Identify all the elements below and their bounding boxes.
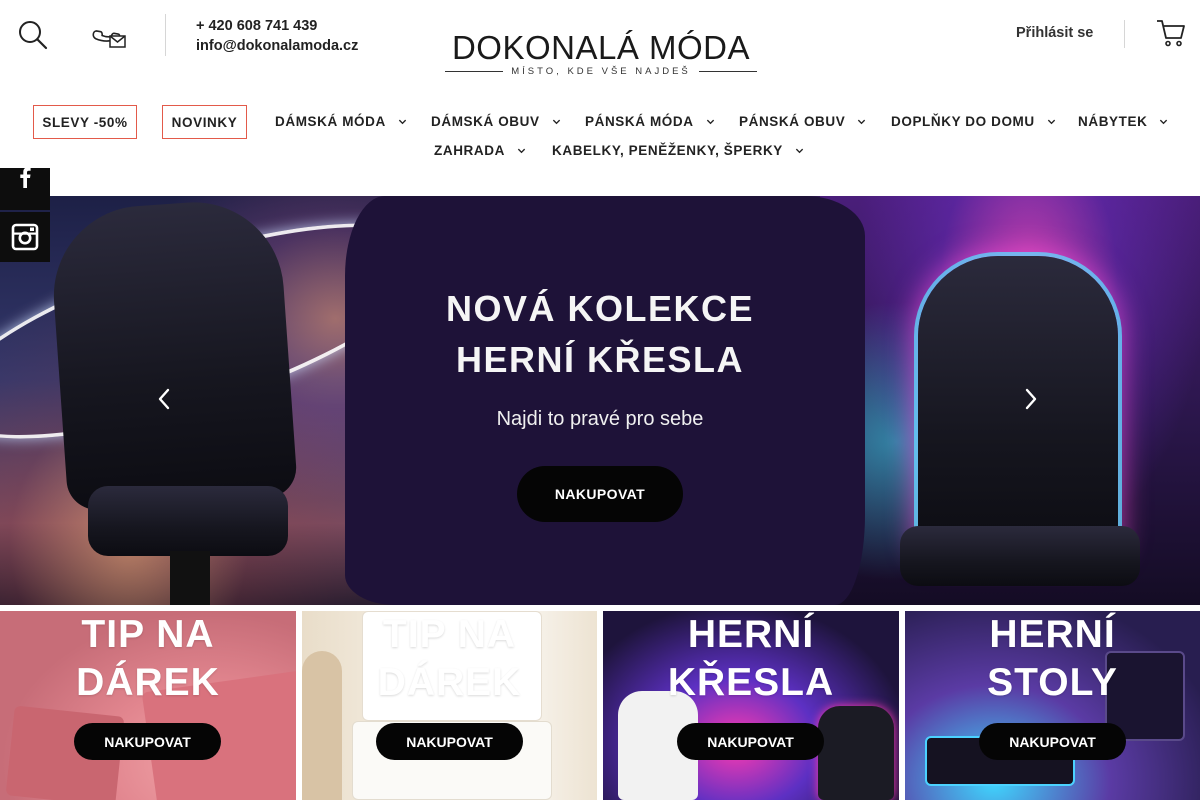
phone-link[interactable]: + 420 608 741 439 <box>196 16 358 36</box>
chevron-down-icon <box>398 119 406 125</box>
black-chair-decoration <box>818 706 894 800</box>
chevron-down-icon <box>795 148 804 154</box>
nav-item-label: KABELKY, PENĚŽENKY, ŠPERKY <box>552 143 783 158</box>
tile-title-line: STOLY <box>987 661 1118 704</box>
tile-title-line: HERNÍ <box>687 613 815 656</box>
phone-mail-icon[interactable] <box>86 16 130 54</box>
tile-title: TIP NA DÁREK <box>0 611 296 707</box>
nav-item-furniture[interactable]: NÁBYTEK <box>1078 114 1168 129</box>
login-link[interactable]: Přihlásit se <box>1016 25 1093 41</box>
chevron-left-icon[interactable] <box>151 386 177 412</box>
tile-title-line: DÁREK <box>76 661 220 704</box>
chevron-down-icon <box>706 119 714 125</box>
gaming-chair-left-seat <box>88 486 288 556</box>
hero-title: NOVÁ KOLEKCE HERNÍ KŘESLA <box>400 283 800 385</box>
cart-icon[interactable] <box>1152 16 1190 50</box>
nav-item-womens-fashion[interactable]: DÁMSKÁ MÓDA <box>275 114 407 129</box>
tile-title-line: HERNÍ <box>989 613 1116 656</box>
gaming-chair-left <box>47 196 299 512</box>
tile-title: TIP NA DÁREK <box>302 611 597 707</box>
tile-title-line: DÁREK <box>377 661 522 704</box>
email-link[interactable]: info@dokonalamoda.cz <box>196 36 358 56</box>
nav-item-label: NÁBYTEK <box>1078 114 1148 129</box>
tile-title: HERNÍ STOLY <box>905 611 1200 707</box>
nav-item-label: DÁMSKÁ MÓDA <box>275 114 386 129</box>
promo-tile-gaming-chairs[interactable]: HERNÍ KŘESLA NAKUPOVAT <box>603 611 899 800</box>
site-logo[interactable]: DOKONALÁ MÓDA MÍSTO, KDE VŠE NAJDEŠ <box>432 28 770 84</box>
nav-item-sale[interactable]: SLEVY -50% <box>33 105 137 139</box>
promo-tiles: TIP NA DÁREK NAKUPOVAT TIP NA DÁREK NAKU… <box>0 611 1200 800</box>
nav-item-label: DOPLŇKY DO DOMU <box>891 114 1035 129</box>
tile-title-line: TIP NA <box>382 613 517 656</box>
nav-item-mens-fashion[interactable]: PÁNSKÁ MÓDA <box>585 114 715 129</box>
tile-title-line: KŘESLA <box>667 661 835 704</box>
nav-item-home-accessories[interactable]: DOPLŇKY DO DOMU <box>891 114 1056 129</box>
chevron-down-icon <box>552 119 560 125</box>
chevron-down-icon <box>858 119 866 125</box>
header-divider <box>165 14 166 56</box>
hero-title-line: NOVÁ KOLEKCE <box>445 288 755 329</box>
chevron-down-icon <box>1047 119 1055 125</box>
nav-item-label: PÁNSKÁ MÓDA <box>585 114 694 129</box>
contact-info: + 420 608 741 439 info@dokonalamoda.cz <box>196 16 358 56</box>
hero-slider: NOVÁ KOLEKCE HERNÍ KŘESLA Najdi to pravé… <box>0 196 1200 605</box>
promo-tile-gift-jewelry[interactable]: TIP NA DÁREK NAKUPOVAT <box>0 611 296 800</box>
chevron-down-icon <box>1160 119 1168 125</box>
hero-text-backdrop <box>345 196 865 605</box>
logo-wordmark: DOKONALÁ MÓDA <box>451 29 751 66</box>
chevron-right-icon[interactable] <box>1018 386 1044 412</box>
nav-item-new[interactable]: NOVINKY <box>162 105 247 139</box>
hero-subtitle: Najdi to pravé pro sebe <box>496 408 704 430</box>
gaming-chair-left-base <box>170 551 210 605</box>
logo-rule-left <box>445 71 504 72</box>
nav-item-label: DÁMSKÁ OBUV <box>431 114 540 129</box>
instagram-icon[interactable] <box>0 212 50 262</box>
tile-title: HERNÍ KŘESLA <box>603 611 899 707</box>
gaming-chair-right-seat <box>900 526 1140 586</box>
tile-title-line: TIP NA <box>81 613 215 656</box>
logo-rule-right <box>698 71 757 72</box>
header-divider-right <box>1124 20 1125 48</box>
tile-shop-button[interactable]: NAKUPOVAT <box>979 723 1126 760</box>
nav-item-garden[interactable]: ZAHRADA <box>434 143 526 158</box>
tile-shop-button[interactable]: NAKUPOVAT <box>74 723 221 760</box>
hero-title-line: HERNÍ KŘESLA <box>455 339 745 380</box>
search-icon[interactable] <box>14 16 52 54</box>
logo-tagline: MÍSTO, KDE VŠE NAJDEŠ <box>511 66 691 77</box>
nav-item-womens-shoes[interactable]: DÁMSKÁ OBUV <box>431 114 561 129</box>
nav-item-label: ZAHRADA <box>434 143 505 158</box>
promo-tile-gift-vanity[interactable]: TIP NA DÁREK NAKUPOVAT <box>302 611 597 800</box>
chevron-down-icon <box>517 148 526 154</box>
nav-item-label: PÁNSKÁ OBUV <box>739 114 846 129</box>
nav-item-bags-wallets-jewelry[interactable]: KABELKY, PENĚŽENKY, ŠPERKY <box>552 143 804 158</box>
site-header: + 420 608 741 439 info@dokonalamoda.cz D… <box>0 0 1200 100</box>
main-navigation: SLEVY -50% NOVINKY DÁMSKÁ MÓDA DÁMSKÁ OB… <box>0 104 1200 168</box>
tile-shop-button[interactable]: NAKUPOVAT <box>677 723 824 760</box>
nav-item-mens-shoes[interactable]: PÁNSKÁ OBUV <box>739 114 866 129</box>
tile-shop-button[interactable]: NAKUPOVAT <box>376 723 523 760</box>
facebook-icon[interactable] <box>0 167 50 210</box>
promo-tile-gaming-desks[interactable]: HERNÍ STOLY NAKUPOVAT <box>905 611 1200 800</box>
hero-shop-button[interactable]: NAKUPOVAT <box>517 466 683 522</box>
